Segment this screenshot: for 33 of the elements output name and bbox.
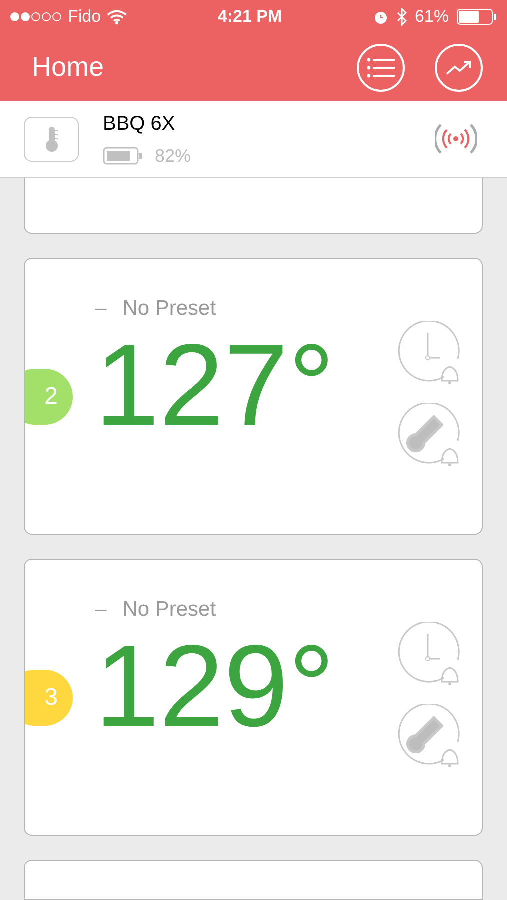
preset-label: No Preset xyxy=(122,597,216,623)
carrier-name: Fido xyxy=(68,6,102,28)
battery-icon xyxy=(103,147,143,165)
trend-chart-icon[interactable] xyxy=(435,44,483,92)
probe-card[interactable]: 2 – No Preset 127° xyxy=(24,258,483,535)
device-battery-level: 82% xyxy=(155,144,192,168)
wifi-icon xyxy=(107,10,128,24)
temperature-reading: 129° xyxy=(95,628,336,744)
device-name: BBQ 6X xyxy=(103,112,176,136)
battery-percentage: 61% xyxy=(414,6,449,28)
probe-card[interactable]: 3 – No Preset 129° xyxy=(24,559,483,836)
clock-alarm-icon[interactable] xyxy=(396,321,462,387)
alarm-clock-icon xyxy=(372,9,389,25)
device-row[interactable]: BBQ 6X 82% xyxy=(0,101,507,178)
battery-icon xyxy=(456,9,497,25)
clock-time: 4:21 PM xyxy=(218,6,282,28)
dash: – xyxy=(95,296,107,322)
temperature-reading: 127° xyxy=(95,326,336,442)
dash: – xyxy=(95,597,107,623)
probe-number-badge: 3 xyxy=(25,670,73,726)
list-icon[interactable] xyxy=(357,44,405,92)
wireless-signal-icon xyxy=(435,122,477,156)
probe-number-badge: 2 xyxy=(25,369,73,425)
probe-card[interactable] xyxy=(24,860,483,900)
thermometer-icon xyxy=(24,116,79,162)
thermometer-alarm-icon[interactable] xyxy=(396,403,462,469)
bluetooth-icon xyxy=(396,8,407,26)
signal-icon xyxy=(10,12,62,22)
probe-card[interactable] xyxy=(24,178,483,234)
preset-label: No Preset xyxy=(122,296,216,322)
thermometer-alarm-icon[interactable] xyxy=(396,704,462,770)
clock-alarm-icon[interactable] xyxy=(396,622,462,688)
page-title: Home xyxy=(32,51,104,84)
